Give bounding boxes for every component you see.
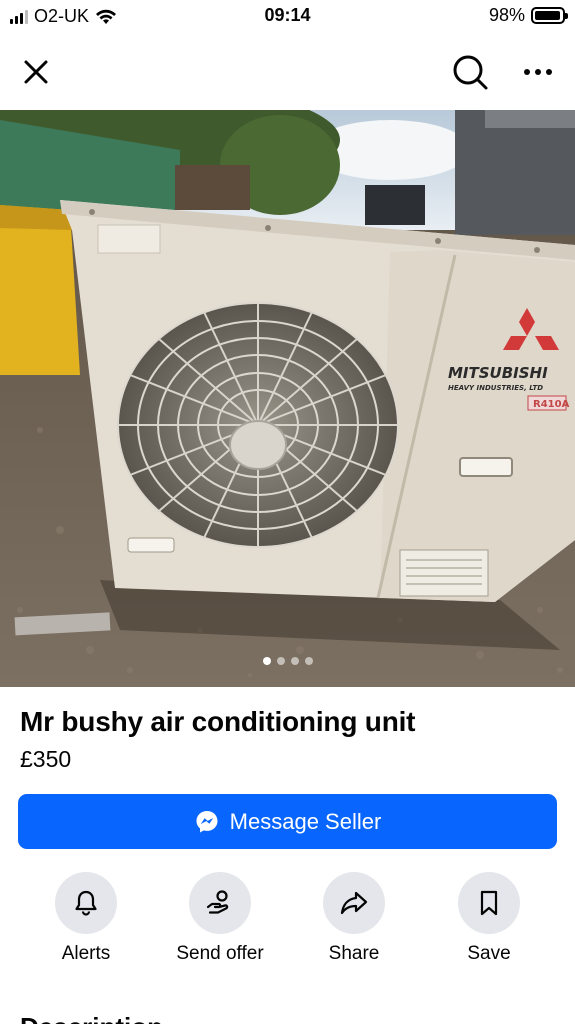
- description-heading: Description: [20, 1012, 163, 1024]
- battery-icon: [531, 7, 568, 24]
- message-seller-button[interactable]: Message Seller: [18, 794, 557, 849]
- listing-actions: Alerts Send offer Share Save: [0, 872, 575, 972]
- carousel-dot[interactable]: [262, 657, 271, 665]
- send-offer-label: Send offer: [176, 943, 264, 964]
- share-button[interactable]: Share: [299, 872, 409, 965]
- send-offer-icon: [206, 890, 229, 914]
- close-icon: [24, 60, 48, 84]
- carousel-dot[interactable]: [304, 657, 313, 665]
- send-offer-button[interactable]: Send offer: [165, 872, 275, 965]
- more-options-icon: [524, 69, 552, 75]
- listing-title: Mr bushy air conditioning unit: [20, 706, 416, 737]
- search-icon: [453, 55, 488, 90]
- share-label: Share: [328, 943, 380, 964]
- save-button[interactable]: Save: [434, 872, 544, 965]
- more-options-button[interactable]: [518, 52, 558, 92]
- listing-photo: MITSUBISHI HEAVY INDUSTRIES, LTD R410A: [0, 110, 575, 687]
- save-label: Save: [467, 943, 511, 964]
- battery-percentage: 98%: [488, 5, 525, 25]
- bookmark-icon: [480, 890, 498, 916]
- alerts-label: Alerts: [61, 943, 111, 964]
- message-seller-label: Message Seller: [229, 808, 382, 834]
- brand-logo-subtext: HEAVY INDUSTRIES, LTD: [448, 384, 543, 392]
- close-button[interactable]: [18, 54, 54, 90]
- refrigerant-label: R410A: [533, 399, 570, 410]
- top-navigation: [0, 44, 575, 100]
- listing-photo-carousel[interactable]: MITSUBISHI HEAVY INDUSTRIES, LTD R410A: [0, 110, 575, 687]
- status-bar-right: 98%: [488, 5, 568, 26]
- bell-icon: [75, 890, 97, 916]
- carousel-dot[interactable]: [276, 657, 285, 665]
- status-bar: O2-UK 09:14 98%: [0, 0, 575, 34]
- search-button[interactable]: [450, 52, 490, 92]
- alerts-button[interactable]: Alerts: [31, 872, 141, 965]
- carousel-indicator: [0, 657, 575, 665]
- brand-logo-text: MITSUBISHI: [448, 364, 548, 382]
- carousel-dot[interactable]: [290, 657, 299, 665]
- share-icon: [340, 891, 368, 915]
- messenger-icon: [196, 810, 218, 832]
- listing-price: £350: [20, 746, 72, 772]
